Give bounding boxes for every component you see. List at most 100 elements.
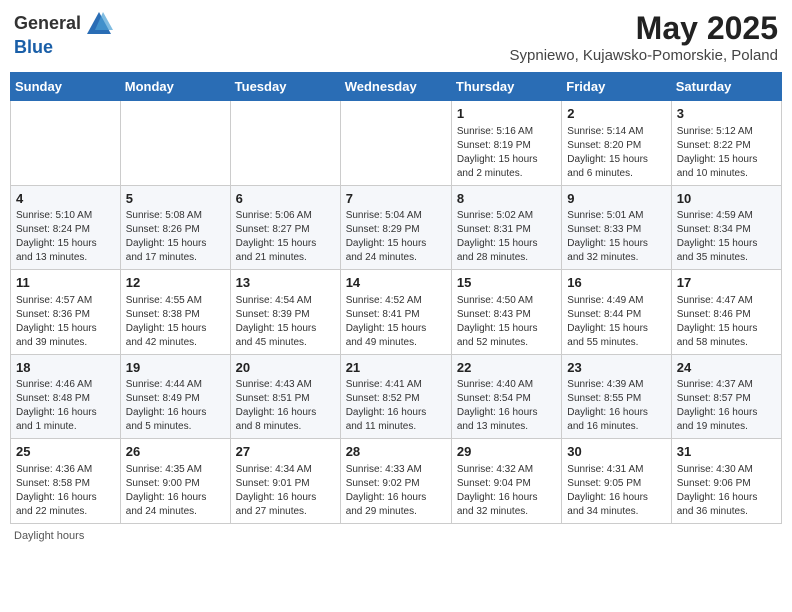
day-info: Sunrise: 4:40 AM Sunset: 8:54 PM Dayligh…	[457, 378, 556, 434]
logo-general-text: General	[14, 14, 81, 34]
day-number: 9	[567, 190, 665, 208]
calendar-cell: 9Sunrise: 5:01 AM Sunset: 8:33 PM Daylig…	[562, 185, 671, 270]
day-number: 3	[677, 105, 776, 123]
day-number: 5	[126, 190, 225, 208]
day-info: Sunrise: 4:57 AM Sunset: 8:36 PM Dayligh…	[16, 294, 115, 350]
calendar-cell: 21Sunrise: 4:41 AM Sunset: 8:52 PM Dayli…	[340, 354, 451, 439]
logo-blue-text: Blue	[14, 37, 53, 57]
calendar-cell: 22Sunrise: 4:40 AM Sunset: 8:54 PM Dayli…	[451, 354, 561, 439]
day-number: 2	[567, 105, 665, 123]
day-number: 13	[236, 274, 335, 292]
day-info: Sunrise: 4:44 AM Sunset: 8:49 PM Dayligh…	[126, 378, 225, 434]
day-number: 1	[457, 105, 556, 123]
header-monday: Monday	[120, 73, 230, 101]
day-number: 10	[677, 190, 776, 208]
footer-note: Daylight hours	[10, 530, 782, 542]
calendar-cell: 24Sunrise: 4:37 AM Sunset: 8:57 PM Dayli…	[671, 354, 781, 439]
day-number: 20	[236, 359, 335, 377]
calendar-cell: 20Sunrise: 4:43 AM Sunset: 8:51 PM Dayli…	[230, 354, 340, 439]
calendar-cell: 13 Sunrise: 4:54 AM Sunset: 8:39 PM Dayli…	[230, 270, 340, 355]
day-number: 25	[16, 443, 115, 461]
header-saturday: Saturday	[671, 73, 781, 101]
calendar-cell: 10Sunrise: 4:59 AM Sunset: 8:34 PM Dayli…	[671, 185, 781, 270]
calendar-title: May 2025	[510, 10, 778, 47]
day-info: Sunrise: 4:59 AM Sunset: 8:34 PM Dayligh…	[677, 209, 776, 265]
day-number: 23	[567, 359, 665, 377]
calendar-cell: 1 Sunrise: 5:16 AM Sunset: 8:19 PM Daylig…	[451, 101, 561, 186]
day-info: Sunrise: 4:46 AM Sunset: 8:48 PM Dayligh…	[16, 378, 115, 434]
calendar-cell: 31 Sunrise: 4:30 AM Sunset: 9:06 PM Dayli…	[671, 439, 781, 524]
day-info: Sunrise: 4:52 AM Sunset: 8:41 PM Dayligh…	[346, 294, 446, 350]
day-info: Sunrise: 4:50 AM Sunset: 8:43 PM Dayligh…	[457, 294, 556, 350]
day-number: 11	[16, 274, 115, 292]
calendar-week-2: 4Sunrise: 5:10 AM Sunset: 8:24 PM Daylig…	[11, 185, 782, 270]
day-number: 29	[457, 443, 556, 461]
day-info: Sunrise: 4:36 AM Sunset: 8:58 PM Dayligh…	[16, 463, 115, 519]
day-number: 12	[126, 274, 225, 292]
calendar-cell: 6Sunrise: 5:06 AM Sunset: 8:27 PM Daylig…	[230, 185, 340, 270]
day-number: 15	[457, 274, 556, 292]
day-info: Sunrise: 4:37 AM Sunset: 8:57 PM Dayligh…	[677, 378, 776, 434]
day-info: Sunrise: 4:43 AM Sunset: 8:51 PM Dayligh…	[236, 378, 335, 434]
day-number: 28	[346, 443, 446, 461]
calendar-cell: 7Sunrise: 5:04 AM Sunset: 8:29 PM Daylig…	[340, 185, 451, 270]
day-number: 18	[16, 359, 115, 377]
day-number: 6	[236, 190, 335, 208]
calendar-location: Sypniewo, Kujawsko-Pomorskie, Poland	[510, 47, 778, 64]
header-sunday: Sunday	[11, 73, 121, 101]
calendar-cell: 12 Sunrise: 4:55 AM Sunset: 8:38 PM Dayli…	[120, 270, 230, 355]
day-number: 31	[677, 443, 776, 461]
calendar-week-4: 18Sunrise: 4:46 AM Sunset: 8:48 PM Dayli…	[11, 354, 782, 439]
day-info: Sunrise: 5:02 AM Sunset: 8:31 PM Dayligh…	[457, 209, 556, 265]
header-wednesday: Wednesday	[340, 73, 451, 101]
header-friday: Friday	[562, 73, 671, 101]
day-info: Sunrise: 5:06 AM Sunset: 8:27 PM Dayligh…	[236, 209, 335, 265]
calendar-cell: 19Sunrise: 4:44 AM Sunset: 8:49 PM Dayli…	[120, 354, 230, 439]
header-thursday: Thursday	[451, 73, 561, 101]
day-info: Sunrise: 4:30 AM Sunset: 9:06 PM Dayligh…	[677, 463, 776, 519]
calendar-cell	[120, 101, 230, 186]
calendar-cell: 15 Sunrise: 4:50 AM Sunset: 8:43 PM Dayli…	[451, 270, 561, 355]
day-info: Sunrise: 5:16 AM Sunset: 8:19 PM Dayligh…	[457, 125, 556, 181]
day-info: Sunrise: 4:35 AM Sunset: 9:00 PM Dayligh…	[126, 463, 225, 519]
day-info: Sunrise: 5:01 AM Sunset: 8:33 PM Dayligh…	[567, 209, 665, 265]
day-info: Sunrise: 4:39 AM Sunset: 8:55 PM Dayligh…	[567, 378, 665, 434]
day-info: Sunrise: 5:12 AM Sunset: 8:22 PM Dayligh…	[677, 125, 776, 181]
day-number: 16	[567, 274, 665, 292]
calendar-cell	[340, 101, 451, 186]
day-info: Sunrise: 5:14 AM Sunset: 8:20 PM Dayligh…	[567, 125, 665, 181]
day-info: Sunrise: 4:47 AM Sunset: 8:46 PM Dayligh…	[677, 294, 776, 350]
calendar-cell: 14 Sunrise: 4:52 AM Sunset: 8:41 PM Dayli…	[340, 270, 451, 355]
day-number: 7	[346, 190, 446, 208]
day-info: Sunrise: 5:04 AM Sunset: 8:29 PM Dayligh…	[346, 209, 446, 265]
header-row: SundayMondayTuesdayWednesdayThursdayFrid…	[11, 73, 782, 101]
calendar-cell: 17Sunrise: 4:47 AM Sunset: 8:46 PM Dayli…	[671, 270, 781, 355]
calendar-cell: 26 Sunrise: 4:35 AM Sunset: 9:00 PM Dayli…	[120, 439, 230, 524]
calendar-cell	[230, 101, 340, 186]
calendar-cell: 23Sunrise: 4:39 AM Sunset: 8:55 PM Dayli…	[562, 354, 671, 439]
day-number: 21	[346, 359, 446, 377]
day-info: Sunrise: 4:41 AM Sunset: 8:52 PM Dayligh…	[346, 378, 446, 434]
day-info: Sunrise: 4:55 AM Sunset: 8:38 PM Dayligh…	[126, 294, 225, 350]
day-number: 8	[457, 190, 556, 208]
day-info: Sunrise: 5:08 AM Sunset: 8:26 PM Dayligh…	[126, 209, 225, 265]
day-number: 14	[346, 274, 446, 292]
header-tuesday: Tuesday	[230, 73, 340, 101]
day-number: 19	[126, 359, 225, 377]
calendar-cell: 4Sunrise: 5:10 AM Sunset: 8:24 PM Daylig…	[11, 185, 121, 270]
day-info: Sunrise: 4:31 AM Sunset: 9:05 PM Dayligh…	[567, 463, 665, 519]
day-number: 4	[16, 190, 115, 208]
calendar-cell: 5Sunrise: 5:08 AM Sunset: 8:26 PM Daylig…	[120, 185, 230, 270]
day-info: Sunrise: 4:33 AM Sunset: 9:02 PM Dayligh…	[346, 463, 446, 519]
calendar-cell: 18Sunrise: 4:46 AM Sunset: 8:48 PM Dayli…	[11, 354, 121, 439]
day-number: 26	[126, 443, 225, 461]
page-header: General Blue May 2025 Sypniewo, Kujawsko…	[10, 10, 782, 64]
calendar-cell: 2 Sunrise: 5:14 AM Sunset: 8:20 PM Daylig…	[562, 101, 671, 186]
day-number: 24	[677, 359, 776, 377]
calendar-cell	[11, 101, 121, 186]
day-number: 30	[567, 443, 665, 461]
calendar-cell: 8Sunrise: 5:02 AM Sunset: 8:31 PM Daylig…	[451, 185, 561, 270]
calendar-cell: 27Sunrise: 4:34 AM Sunset: 9:01 PM Dayli…	[230, 439, 340, 524]
day-info: Sunrise: 4:54 AM Sunset: 8:39 PM Dayligh…	[236, 294, 335, 350]
calendar-week-5: 25 Sunrise: 4:36 AM Sunset: 8:58 PM Dayli…	[11, 439, 782, 524]
